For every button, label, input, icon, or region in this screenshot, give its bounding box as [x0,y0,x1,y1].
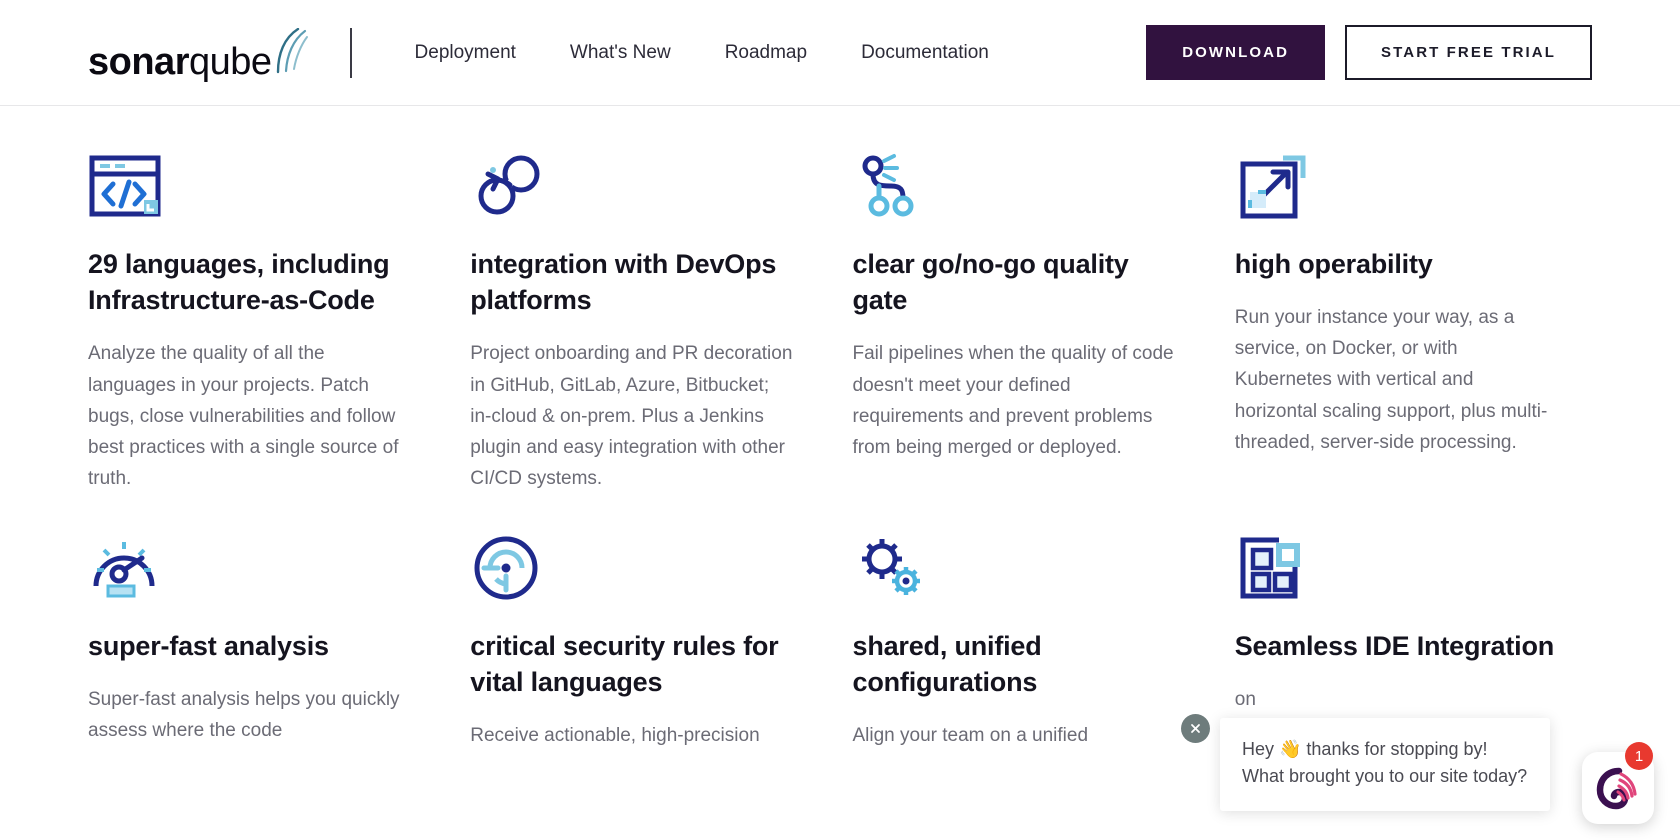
feature-card: integration with DevOps platforms Projec… [470,152,827,494]
pipeline-branch-icon [853,152,1176,236]
feature-card: clear go/no-go quality gate Fail pipelin… [853,152,1210,494]
nav-item-roadmap[interactable]: Roadmap [698,32,834,74]
devops-infinity-loop-icon [470,152,793,236]
header-actions: DOWNLOAD START FREE TRIAL [1146,25,1592,80]
feature-title: 29 languages, including Infrastructure-a… [88,249,390,316]
feature-title: super-fast analysis [88,631,329,662]
feature-body: Run your instance your way, as a service… [1234,307,1548,453]
main-navigation: Deployment What's New Roadmap Documentat… [388,32,1016,74]
nav-item-documentation[interactable]: Documentation [834,32,1016,74]
header-divider [349,27,352,78]
gears-icon [853,534,1176,618]
feature-body: Project onboarding and PR decoration in … [470,343,793,489]
expand-arrow-square-icon [1235,152,1558,236]
feature-body: on [1234,689,1256,711]
chat-unread-badge: 1 [1625,742,1653,770]
feature-title: critical security rules for vital langua… [470,631,779,698]
feature-title: integration with DevOps platforms [470,249,777,316]
feature-body: Fail pipelines when the quality of code … [852,343,1174,458]
feature-title: Seamless IDE Integration [1234,631,1555,662]
nav-item-deployment[interactable]: Deployment [388,32,543,74]
download-button[interactable]: DOWNLOAD [1146,25,1326,80]
feature-card: critical security rules for vital langua… [470,534,827,752]
code-window-icon [88,152,411,236]
modules-grid-icon [1235,534,1558,618]
feature-card: 29 languages, including Infrastructure-a… [88,152,445,494]
nav-item-whats-new[interactable]: What's New [543,32,698,74]
site-header: sonarqube Deployment What's New Roadmap … [0,0,1680,106]
feature-title: high operability [1234,249,1433,279]
chat-close-button[interactable] [1181,714,1210,743]
feature-grid: 29 languages, including Infrastructure-a… [0,106,1680,752]
start-free-trial-button[interactable]: START FREE TRIAL [1345,25,1592,80]
feature-body: Align your team on a unified [852,725,1089,747]
feature-title: shared, unified configurations [852,631,1042,698]
logo-wordmark: sonarqube [88,43,272,81]
feature-body: Receive actionable, high-precision [470,725,760,747]
logo[interactable]: sonarqube [88,0,308,105]
feature-card: high operability Run your instance your … [1235,152,1592,494]
signal-waves-icon [274,27,308,79]
logo-text-qube: qube [188,40,272,83]
feature-card: shared, unified configurations Align you… [853,534,1210,752]
logo-text-sonar: sonar [88,40,189,83]
chat-message-bubble[interactable]: Hey 👋 thanks for stopping by! What broug… [1220,718,1550,811]
close-icon [1191,724,1200,733]
target-crosshair-icon [470,534,793,618]
feature-body: Analyze the quality of all the languages… [88,343,399,489]
speedometer-gauge-icon [88,534,411,618]
chat-message-text: Hey 👋 thanks for stopping by! What broug… [1242,739,1528,787]
feature-body: Super-fast analysis helps you quickly as… [88,689,400,742]
feature-title: clear go/no-go quality gate [852,249,1129,316]
drift-chat-logo-icon [1596,767,1637,810]
feature-card: super-fast analysis Super-fast analysis … [88,534,445,752]
page-root: sonarqube Deployment What's New Roadmap … [0,0,1680,840]
